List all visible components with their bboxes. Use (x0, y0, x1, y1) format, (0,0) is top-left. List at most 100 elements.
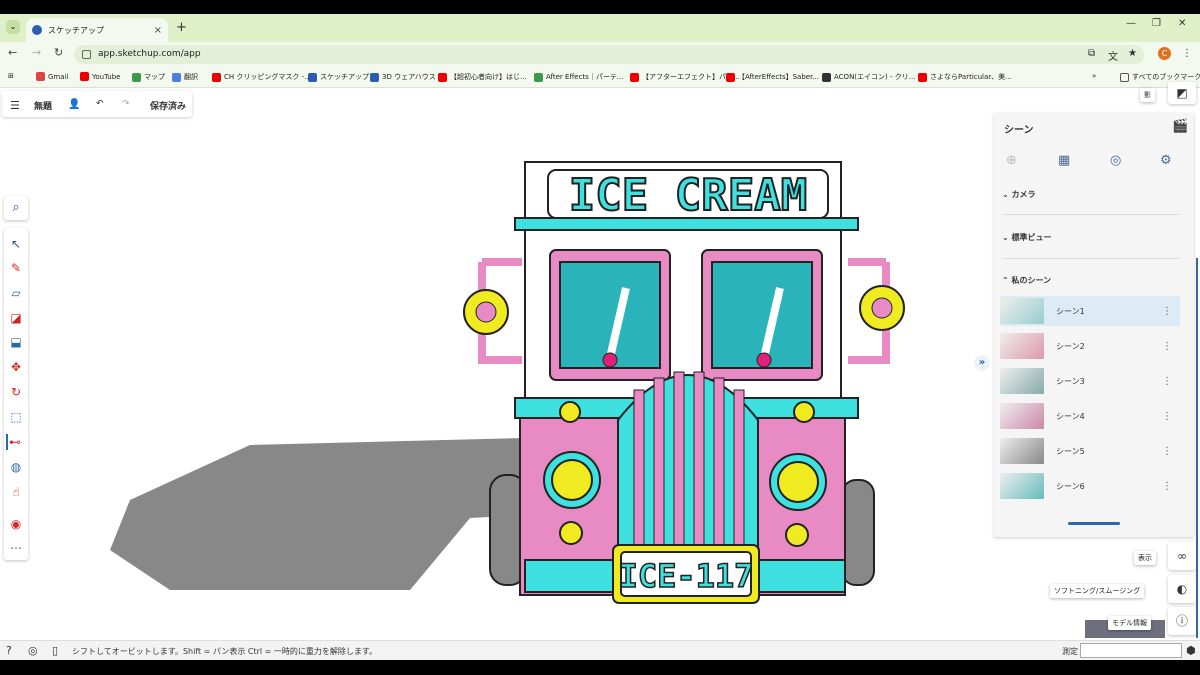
globe-icon[interactable]: ◎ (28, 644, 38, 657)
maximize-icon[interactable]: ❐ (1152, 18, 1161, 29)
more-bookmarks-icon[interactable]: » (1092, 72, 1096, 80)
paint-bucket-tool-icon[interactable]: ◍ (8, 459, 24, 475)
tab-title: スケッチアップ (48, 25, 104, 35)
scene-thumbnail (1000, 473, 1044, 499)
rotate-tool-icon[interactable]: ↻ (8, 384, 24, 400)
undo-icon[interactable]: ↶ (96, 99, 104, 109)
back-icon[interactable]: ← (8, 46, 17, 59)
bookmark-item[interactable]: After Effects｜パーテ... (534, 72, 624, 82)
bookmark-item[interactable]: CH クリッピングマスク -... (212, 72, 311, 82)
more-options-icon[interactable]: ⋮ (1162, 341, 1172, 352)
measure-input[interactable] (1080, 643, 1182, 658)
pencil-tool-icon[interactable]: ✎ (8, 260, 24, 276)
display-button[interactable]: ∞ (1168, 542, 1196, 570)
apps-grid-icon[interactable]: ⊞ (8, 72, 14, 80)
cast-icon[interactable]: ⧉ (1088, 48, 1095, 59)
help-icon[interactable]: ? (6, 644, 12, 657)
more-options-icon[interactable]: ⋮ (1162, 481, 1172, 492)
url-input[interactable]: app.sketchup.com/app (74, 45, 1144, 64)
more-options-icon[interactable]: ⋮ (1162, 306, 1172, 317)
select-tool-icon[interactable]: ↖ (8, 236, 24, 252)
shadow-button[interactable]: ◩ (1168, 82, 1196, 104)
bookmark-item[interactable]: YouTube (80, 72, 120, 81)
bookmark-item[interactable]: 【超初心者向け】はじ... (438, 72, 527, 82)
scene-item[interactable]: シーン3 ⋮ (1000, 366, 1180, 396)
left-fog-lamp (559, 521, 583, 545)
move-tool-icon[interactable]: ✥ (8, 359, 24, 375)
panel-title: シーン (1004, 125, 1034, 136)
softening-button[interactable]: ◐ (1168, 575, 1196, 603)
bookmark-item[interactable]: 翻訳 (172, 72, 198, 82)
bookmark-item[interactable]: 3D ウェアハウス (370, 72, 436, 82)
bookmark-item[interactable]: ACON(エイコン) - クリ... (822, 72, 915, 82)
collapse-panel-button[interactable]: » (974, 355, 990, 371)
site-info-icon[interactable] (82, 50, 91, 59)
rectangle-tool-icon[interactable]: ◪ (8, 310, 24, 326)
shadow-icon: ◩ (1176, 86, 1188, 100)
section-standard-view[interactable]: ⌄ 標準ビュー (1002, 232, 1052, 243)
more-options-icon[interactable]: ⋮ (1162, 376, 1172, 387)
section-my-scenes[interactable]: ⌃ 私のシーン (1002, 275, 1051, 286)
scale-tool-icon[interactable]: ⬚ (8, 409, 24, 425)
softening-tooltip: ソフトニング/スムージング (1050, 584, 1145, 598)
right-scrollbar[interactable] (1196, 258, 1198, 638)
forward-icon[interactable]: → (32, 46, 41, 59)
bookmark-item[interactable]: 【AfterEffects】Saber... (726, 72, 819, 82)
hamburger-icon[interactable]: ☰ (10, 99, 20, 112)
tape-measure-tool-icon[interactable]: ⊷ (6, 434, 22, 450)
grille-bar (633, 389, 645, 559)
profile-avatar[interactable]: C (1158, 47, 1171, 60)
section-plane-tool-icon[interactable]: ◉ (8, 516, 24, 532)
search-tool-icon[interactable]: ⌕ (4, 196, 28, 220)
scene-details-icon[interactable]: ◎ (1110, 153, 1121, 168)
push-pull-tool-icon[interactable]: ⬓ (8, 334, 24, 350)
bookmark-item[interactable]: 【アフターエフェクト】パー... (630, 72, 740, 82)
grille-bar (733, 389, 745, 559)
grille-bar (713, 377, 725, 559)
eraser-tool-icon[interactable]: ▱ (8, 285, 24, 301)
scene-thumbnail (1000, 403, 1044, 429)
model-viewport[interactable]: ICE CREAM ICE-117 (30, 120, 990, 640)
file-name[interactable]: 無題 (34, 99, 52, 112)
scene-item[interactable]: シーン2 ⋮ (1000, 331, 1180, 361)
scene-item[interactable]: シーン1 ⋮ (1000, 296, 1180, 326)
scene-thumbnail (1000, 438, 1044, 464)
scene-item[interactable]: シーン5 ⋮ (1000, 436, 1180, 466)
reload-icon[interactable]: ↻ (54, 46, 63, 59)
tab-search-button[interactable]: ⌄ (6, 20, 20, 34)
translate-icon[interactable]: 文 (1108, 48, 1118, 63)
user-icon[interactable]: 👤 (68, 99, 80, 110)
new-tab-button[interactable]: + (176, 20, 187, 35)
minimize-icon[interactable]: — (1126, 18, 1136, 29)
scene-item[interactable]: シーン4 ⋮ (1000, 401, 1180, 431)
close-tab-icon[interactable]: × (154, 25, 162, 36)
bookmark-item[interactable]: マップ (132, 72, 165, 82)
bookmark-item[interactable]: スケッチアップ (308, 72, 369, 82)
all-bookmarks-folder[interactable]: すべてのブックマーク (1120, 72, 1200, 82)
redo-icon[interactable]: ↷ (122, 99, 130, 109)
bookmark-item[interactable]: さよならParticular、美... (918, 72, 1012, 82)
scene-item[interactable]: シーン6 ⋮ (1000, 471, 1180, 501)
close-window-icon[interactable]: ✕ (1178, 18, 1186, 29)
add-scene-icon[interactable]: ⊕ (1006, 153, 1017, 168)
right-tire (841, 479, 875, 586)
orbit-tool-icon[interactable]: ☝ (8, 484, 24, 500)
divider (1002, 258, 1180, 259)
sign-text: ICE CREAM (569, 170, 807, 221)
bookmark-star-icon[interactable]: ★ (1128, 48, 1137, 59)
plate-text: ICE-117 (619, 557, 754, 595)
bookmark-item[interactable]: Gmail (36, 72, 68, 81)
scene-thumbnail (1000, 298, 1044, 324)
browser-tab[interactable]: スケッチアップ × (26, 18, 168, 42)
settings-gear-icon[interactable]: ⚙ (1160, 153, 1172, 168)
update-scene-icon[interactable]: ▦ (1058, 153, 1070, 168)
browser-menu-icon[interactable]: ⋮ (1182, 48, 1192, 59)
more-tools-icon[interactable]: ⋯ (8, 540, 24, 556)
more-options-icon[interactable]: ⋮ (1162, 411, 1172, 422)
more-options-icon[interactable]: ⋮ (1162, 446, 1172, 457)
left-small-lamp (559, 401, 581, 423)
section-camera[interactable]: ⌄ カメラ (1002, 189, 1036, 200)
scene-panel-icon[interactable]: 🎬 (1172, 119, 1188, 134)
sketchup-logo-icon: ⬢ (1186, 644, 1196, 657)
model-info-button[interactable]: ⓘ (1168, 607, 1196, 635)
